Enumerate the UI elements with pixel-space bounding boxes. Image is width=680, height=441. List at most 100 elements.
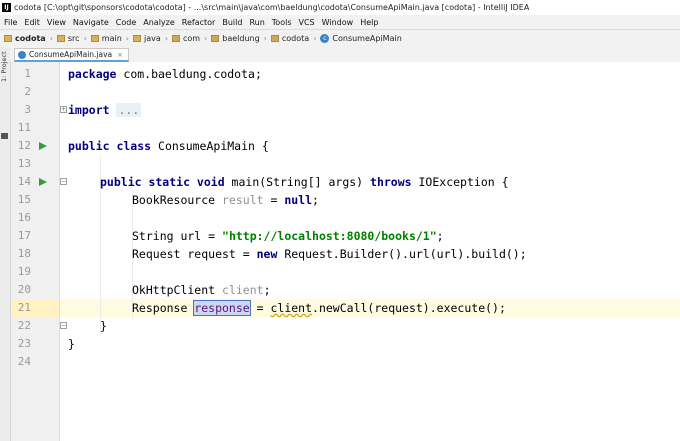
fold-collapse-icon[interactable]: − bbox=[60, 322, 67, 329]
keyword: import bbox=[68, 103, 110, 117]
code-line-20[interactable]: OkHttpClient client; bbox=[132, 281, 271, 299]
line-number: 3 bbox=[24, 103, 31, 116]
keyword: package bbox=[68, 67, 117, 81]
code-text: main(String[] args) bbox=[224, 175, 371, 189]
code-line-17[interactable]: String url = "http://localhost:8080/book… bbox=[132, 227, 444, 245]
code-line-21[interactable]: Response response = client.newCall(reque… bbox=[132, 299, 506, 317]
menu-tools[interactable]: Tools bbox=[272, 18, 292, 27]
close-icon[interactable]: × bbox=[117, 51, 123, 59]
breadcrumb-src[interactable]: src › bbox=[56, 34, 87, 43]
code-line-18[interactable]: Request request = new Request.Builder().… bbox=[132, 245, 527, 263]
selected-variable[interactable]: response bbox=[193, 300, 251, 316]
line-number: 17 bbox=[17, 229, 31, 242]
menu-window[interactable]: Window bbox=[322, 18, 354, 27]
line-number: 2 bbox=[24, 85, 31, 98]
breadcrumb-class[interactable]: c ConsumeApiMain bbox=[320, 34, 402, 43]
code-line-1[interactable]: package com.baeldung.codota; bbox=[68, 65, 262, 83]
line-number: 24 bbox=[17, 355, 31, 368]
java-class-icon bbox=[18, 50, 26, 59]
menu-analyze[interactable]: Analyze bbox=[143, 18, 175, 27]
menu-vcs[interactable]: VCS bbox=[299, 18, 315, 27]
breadcrumb-label: codota bbox=[281, 34, 310, 43]
menu-build[interactable]: Build bbox=[222, 18, 242, 27]
code-text: BookResource bbox=[132, 193, 223, 207]
fold-collapse-icon[interactable]: − bbox=[60, 178, 67, 185]
code-text: ; bbox=[312, 193, 319, 207]
menu-code[interactable]: Code bbox=[116, 18, 136, 27]
code-text: IOException { bbox=[411, 175, 509, 189]
window-title: codota [C:\opt\git\sponsors\codota\codot… bbox=[14, 3, 530, 12]
breadcrumb-codota[interactable]: codota › bbox=[270, 34, 317, 43]
code-line-15[interactable]: BookResource result = null; bbox=[132, 191, 319, 209]
breadcrumb-project[interactable]: codota › bbox=[4, 34, 53, 43]
code-text: String url = bbox=[132, 229, 223, 243]
line-number-current: 21 bbox=[17, 301, 31, 314]
folded-imports[interactable]: ... bbox=[116, 103, 142, 117]
breadcrumb-label: java bbox=[143, 34, 161, 43]
package-icon bbox=[270, 35, 279, 42]
line-number: 19 bbox=[17, 265, 31, 278]
warning-underlined-call[interactable]: client bbox=[270, 301, 312, 315]
code-line-14[interactable]: public static void main(String[] args) t… bbox=[100, 173, 509, 191]
fold-expand-icon[interactable]: + bbox=[60, 106, 67, 113]
keyword: public static void bbox=[100, 175, 225, 189]
package-icon bbox=[211, 35, 220, 42]
structure-icon[interactable] bbox=[1, 133, 8, 139]
code-line-12[interactable]: public class ConsumeApiMain { bbox=[68, 137, 269, 155]
code-line-23[interactable]: } bbox=[68, 335, 75, 353]
left-tool-strip: 1: Project bbox=[0, 47, 11, 441]
unused-variable: client bbox=[222, 283, 264, 297]
menu-file[interactable]: File bbox=[4, 18, 17, 27]
code-text: OkHttpClient bbox=[132, 283, 223, 297]
chevron-right-icon: › bbox=[164, 34, 168, 43]
menu-help[interactable]: Help bbox=[360, 18, 378, 27]
title-bar: IJ codota [C:\opt\git\sponsors\codota\co… bbox=[0, 0, 680, 15]
closing-brace: } bbox=[68, 337, 75, 351]
menu-view[interactable]: View bbox=[47, 18, 66, 27]
code-text: .newCall(request).execute(); bbox=[312, 301, 506, 315]
breadcrumb-label: src bbox=[67, 34, 80, 43]
menu-navigate[interactable]: Navigate bbox=[73, 18, 109, 27]
line-number: 13 bbox=[17, 157, 31, 170]
source-folder-icon bbox=[132, 35, 141, 42]
editor-tab-bar: ConsumeApiMain.java × bbox=[10, 47, 680, 63]
line-number: 20 bbox=[17, 283, 31, 296]
project-tool-button[interactable]: 1: Project bbox=[0, 51, 10, 111]
chevron-right-icon: › bbox=[83, 34, 87, 43]
menu-run[interactable]: Run bbox=[249, 18, 264, 27]
chevron-right-icon: › bbox=[263, 34, 267, 43]
breadcrumb-baeldung[interactable]: baeldung › bbox=[211, 34, 267, 43]
menu-refactor[interactable]: Refactor bbox=[182, 18, 216, 27]
breadcrumb-label: ConsumeApiMain bbox=[332, 34, 402, 43]
code-line-22[interactable]: } bbox=[100, 317, 107, 335]
chevron-right-icon: › bbox=[49, 34, 53, 43]
run-class-icon[interactable] bbox=[39, 142, 47, 150]
folder-icon bbox=[90, 35, 99, 42]
breadcrumb-java[interactable]: java › bbox=[132, 34, 168, 43]
code-line-3[interactable]: import ... bbox=[68, 101, 142, 119]
folder-icon bbox=[56, 35, 65, 42]
closing-brace: } bbox=[100, 319, 107, 333]
code-text: Request request = bbox=[132, 247, 257, 261]
line-number: 23 bbox=[17, 337, 31, 350]
tab-consumeapimain[interactable]: ConsumeApiMain.java × bbox=[14, 48, 130, 62]
line-number: 15 bbox=[17, 193, 31, 206]
chevron-right-icon: › bbox=[204, 34, 208, 43]
menu-edit[interactable]: Edit bbox=[24, 18, 40, 27]
line-number: 1 bbox=[24, 67, 31, 80]
line-number: 11 bbox=[17, 121, 31, 134]
breadcrumb-label: com bbox=[182, 34, 201, 43]
breadcrumb-label: codota bbox=[15, 34, 46, 43]
keyword: throws bbox=[370, 175, 412, 189]
breadcrumb-main[interactable]: main › bbox=[90, 34, 129, 43]
breadcrumb-label: baeldung bbox=[222, 34, 260, 43]
code-text: = bbox=[249, 301, 271, 315]
code-text: = bbox=[263, 193, 285, 207]
code-text: ; bbox=[263, 283, 271, 297]
chevron-right-icon: › bbox=[313, 34, 317, 43]
breadcrumb-com[interactable]: com › bbox=[171, 34, 208, 43]
breadcrumb: codota › src › main › java › com › baeld… bbox=[0, 29, 680, 48]
line-number: 14 bbox=[17, 175, 31, 188]
run-main-icon[interactable] bbox=[39, 178, 47, 186]
breadcrumb-label: main bbox=[101, 34, 122, 43]
